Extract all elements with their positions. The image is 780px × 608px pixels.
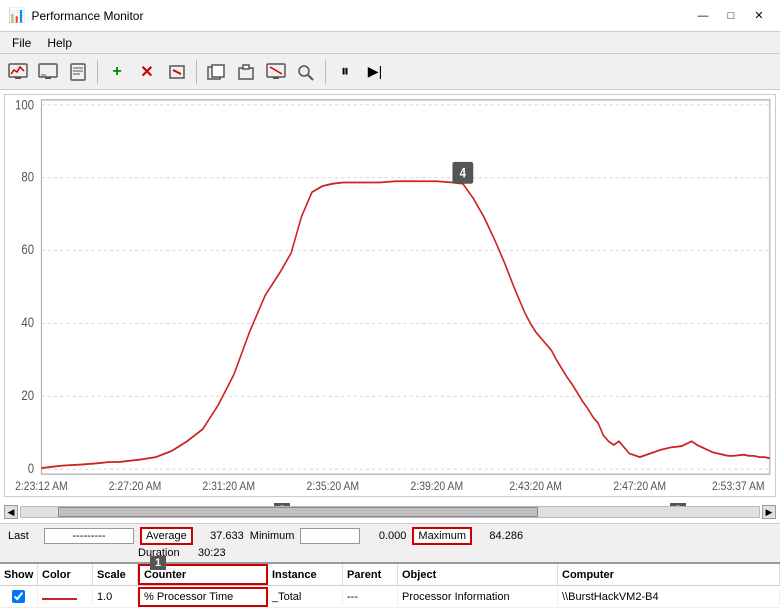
svg-text:60: 60 xyxy=(21,242,34,257)
sep3 xyxy=(325,60,326,84)
color-indicator xyxy=(42,598,77,600)
menu-bar: File Help xyxy=(0,32,780,54)
monitor-icon xyxy=(8,63,28,81)
sep1 xyxy=(97,60,98,84)
scroll-right-btn[interactable]: ▶ xyxy=(762,505,776,519)
table-row[interactable]: 1.0 % Processor Time _Total --- Processo… xyxy=(0,586,780,608)
svg-text:40: 40 xyxy=(21,315,34,330)
performance-chart: 100 80 60 40 20 0 4 2:23:12 AM 2:27:20 A… xyxy=(5,95,775,496)
minimize-button[interactable]: — xyxy=(690,6,716,26)
copy-image-btn[interactable] xyxy=(202,58,230,86)
menu-file[interactable]: File xyxy=(4,34,39,52)
scrollbar-thumb[interactable] xyxy=(58,507,538,517)
paste-icon xyxy=(236,63,256,81)
col-header-scale: Scale xyxy=(93,564,138,585)
svg-text:2:53:37 AM: 2:53:37 AM xyxy=(712,480,765,493)
main-content: 100 80 60 40 20 0 4 2:23:12 AM 2:27:20 A… xyxy=(0,90,780,608)
zoom-icon xyxy=(296,63,316,81)
svg-text:2:47:20 AM: 2:47:20 AM xyxy=(613,480,666,493)
highlight-counter-btn[interactable] xyxy=(163,58,191,86)
counter-badge: 1 xyxy=(150,556,166,570)
maximize-button[interactable]: □ xyxy=(718,6,744,26)
report-view-btn[interactable] xyxy=(64,58,92,86)
last-label: Last xyxy=(8,530,38,542)
pause-btn[interactable]: ⏸ xyxy=(331,58,359,86)
col-header-computer: Computer xyxy=(558,564,780,585)
report-icon xyxy=(68,63,88,81)
svg-text:80: 80 xyxy=(21,169,34,184)
row-checkbox[interactable] xyxy=(12,590,25,603)
average-label-highlight: Average xyxy=(140,527,193,545)
clear-icon xyxy=(266,63,286,81)
row-counter: % Processor Time xyxy=(138,587,268,607)
col-header-show: Show xyxy=(0,564,38,585)
chart-area: 100 80 60 40 20 0 4 2:23:12 AM 2:27:20 A… xyxy=(4,94,776,497)
svg-text:0: 0 xyxy=(28,461,34,476)
svg-text:2:39:20 AM: 2:39:20 AM xyxy=(411,480,464,493)
svg-text:2:35:20 AM: 2:35:20 AM xyxy=(306,480,359,493)
delete-counter-btn[interactable]: ✕ xyxy=(133,58,161,86)
col-header-counter: Counter 1 xyxy=(138,564,268,585)
app-icon: 📊 xyxy=(8,7,25,24)
scrollbar-track[interactable] xyxy=(20,506,760,518)
row-scale: 1.0 xyxy=(93,589,138,605)
window-controls: — □ ✕ xyxy=(690,6,772,26)
col-header-parent: Parent xyxy=(343,564,398,585)
row-computer: \\BurstHackVM2-B4 xyxy=(558,589,780,605)
col-header-color: Color xyxy=(38,564,93,585)
data-table: Show Color Scale Counter 1 Instance Pare… xyxy=(0,562,780,608)
svg-text:100: 100 xyxy=(15,98,34,113)
row-color xyxy=(38,589,93,605)
svg-text:2:43:20 AM: 2:43:20 AM xyxy=(509,480,562,493)
svg-text:2:23:12 AM: 2:23:12 AM xyxy=(15,480,68,493)
forward-btn[interactable]: ▶| xyxy=(361,58,389,86)
maximum-label-highlight: Maximum xyxy=(412,527,472,545)
stats-bar: Last Average 37.633 Minimum 0.000 Maximu… xyxy=(0,523,780,562)
maximum-value: 84.286 xyxy=(478,530,523,542)
add-counter-btn[interactable]: + xyxy=(103,58,131,86)
row-parent: --- xyxy=(343,589,398,605)
svg-text:2:27:20 AM: 2:27:20 AM xyxy=(109,480,162,493)
row-instance: _Total xyxy=(268,589,343,605)
svg-text:20: 20 xyxy=(21,388,34,403)
row-show[interactable] xyxy=(0,588,38,605)
average-value: 37.633 xyxy=(199,530,244,542)
zoom-btn[interactable] xyxy=(292,58,320,86)
menu-help[interactable]: Help xyxy=(39,34,80,52)
svg-text:2:31:20 AM: 2:31:20 AM xyxy=(202,480,255,493)
monitor-icon-btn[interactable] xyxy=(4,58,32,86)
minimum-value: 0.000 xyxy=(366,530,406,542)
minimum-input[interactable] xyxy=(300,528,360,544)
duration-value: 30:23 xyxy=(186,547,226,559)
freeze-icon xyxy=(38,63,58,81)
app-title: Performance Monitor xyxy=(31,9,143,23)
copy-icon xyxy=(206,63,226,81)
svg-text:4: 4 xyxy=(460,166,466,181)
col-header-instance: Instance xyxy=(268,564,343,585)
title-bar: 📊 Performance Monitor — □ ✕ xyxy=(0,0,780,32)
last-input[interactable] xyxy=(44,528,134,544)
row-object: Processor Information xyxy=(398,589,558,605)
highlight-icon xyxy=(167,63,187,81)
toolbar: + ✕ ⏸ ▶| xyxy=(0,54,780,90)
scroll-left-btn[interactable]: ◀ xyxy=(4,505,18,519)
clear-display-btn[interactable] xyxy=(262,58,290,86)
table-header: Show Color Scale Counter 1 Instance Pare… xyxy=(0,564,780,586)
paste-image-btn[interactable] xyxy=(232,58,260,86)
freeze-display-btn[interactable] xyxy=(34,58,62,86)
minimum-label: Minimum xyxy=(250,530,295,542)
close-button[interactable]: ✕ xyxy=(746,6,772,26)
sep2 xyxy=(196,60,197,84)
col-header-object: Object xyxy=(398,564,558,585)
